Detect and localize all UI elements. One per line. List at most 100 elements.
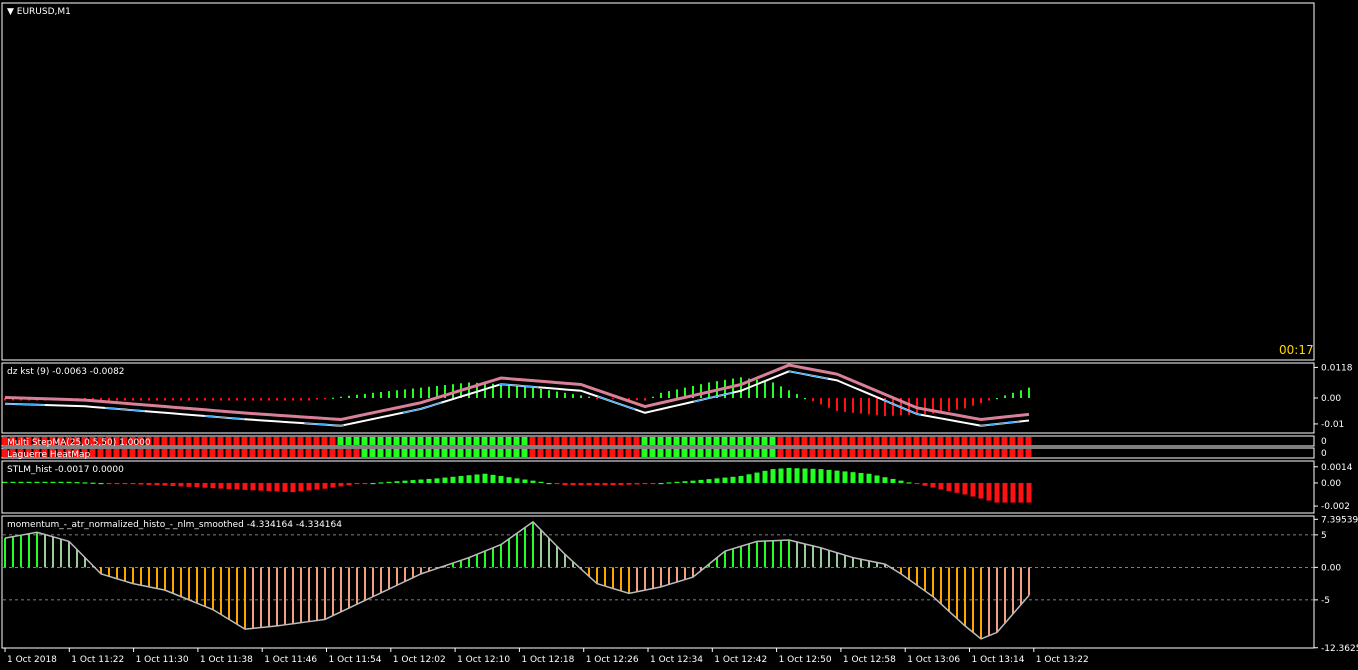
histogram-bar [970,482,976,497]
momentum-indicator-title: momentum_-_atr_normalized_histo_-_nlm_sm… [7,520,342,530]
heatmap-cell [105,449,112,457]
heatmap-cell [401,449,408,457]
histogram-bar [546,482,552,485]
time-tick-label: 1 Oct 12:26 [586,655,639,665]
heatmap-cell [401,437,408,445]
heatmap-cell [1017,449,1024,457]
histogram-bar [770,469,776,483]
histogram-bar [332,567,334,616]
histogram-bar [164,567,166,591]
momentum-indicator-axis-tick-label: 7.395393 [1321,515,1358,525]
histogram-bar [780,540,782,568]
histogram-bar [370,482,376,485]
histogram-bar [42,481,48,483]
stlm-indicator-title: STLM_hist -0.0017 0.0000 [7,465,124,475]
histogram-bar [492,547,494,568]
histogram-bar [20,535,22,568]
histogram-bar [362,482,368,485]
heatmap-cell [225,449,232,457]
histogram-bar [434,478,440,483]
histogram-bar [660,567,662,587]
histogram-bar [956,398,958,410]
histogram-bar [818,469,824,483]
heatmap-cell [601,449,608,457]
heatmap-cell [705,437,712,445]
histogram-bar [980,567,982,639]
histogram-bar [500,384,502,398]
heatmap-cell [593,449,600,457]
heatmap-cell [945,449,952,457]
heatmap-cell [985,449,992,457]
heatmap-cell [769,449,776,457]
histogram-bar [378,482,384,484]
histogram-bar [386,481,392,483]
heatmap-cell [249,449,256,457]
heatmap-cell [553,449,560,457]
heatmap-cell [361,449,368,457]
histogram-bar [116,567,118,579]
histogram-bar [1012,567,1014,614]
histogram-bar [740,377,742,398]
heatmap-cell [1025,437,1032,445]
heatmap-cell [241,437,248,445]
histogram-bar [314,482,320,490]
histogram-bar [730,476,736,483]
histogram-bar [516,533,518,568]
histogram-bar [794,468,800,483]
histogram-bar [940,398,942,413]
heatmap-cell [665,437,672,445]
heatmap-cell [209,449,216,457]
histogram-bar [12,536,14,568]
heatmap-cell [849,449,856,457]
histogram-bar [276,567,278,626]
histogram-bar [266,482,272,492]
histogram-bar [714,478,720,483]
histogram-bar [908,398,910,415]
heatmap-cell [377,437,384,445]
histogram-bar [634,482,640,485]
histogram-bar [1004,395,1006,398]
histogram-bar [978,482,984,499]
heatmap-cell [809,437,816,445]
heatmap-cell [753,449,760,457]
histogram-bar [652,567,654,589]
histogram-bar [556,546,558,568]
heatmap-cell [449,449,456,457]
heatmap-cell [345,437,352,445]
time-tick-label: 1 Oct 13:14 [972,655,1025,665]
histogram-bar [1028,387,1030,398]
histogram-bar [580,395,582,398]
histogram-bar [810,468,816,483]
histogram-bar [316,398,318,400]
heatmap-cell [529,437,536,445]
heatmap-cell [873,437,880,445]
heatmap-cell [489,437,496,445]
heatmap-cell [689,449,696,457]
heatmap-cell [865,449,872,457]
histogram-bar [866,473,872,483]
histogram-bar [234,482,240,490]
heatmap-cell [545,437,552,445]
histogram-bar [780,386,782,398]
time-tick-label: 1 Oct 12:42 [714,655,767,665]
histogram-bar [354,482,360,485]
heatmap-cell [281,449,288,457]
histogram-bar [466,475,472,483]
heatmap-cell [193,449,200,457]
price-chart-panel [1,2,1315,361]
histogram-bar [532,521,534,568]
histogram-bar [572,394,574,398]
heatmap-cell [97,449,104,457]
histogram-bar [612,398,614,400]
histogram-bar [226,482,232,490]
heatmap-cell [889,449,896,457]
heatmap-cell [369,449,376,457]
heatmap-cell [833,449,840,457]
histogram-bar [66,481,72,483]
heatmap-cell [713,437,720,445]
histogram-bar [132,567,134,584]
heatmap-cell [553,437,560,445]
heatmap-cell [649,449,656,457]
heatmap-cell [593,437,600,445]
heatmap-cell [177,449,184,457]
